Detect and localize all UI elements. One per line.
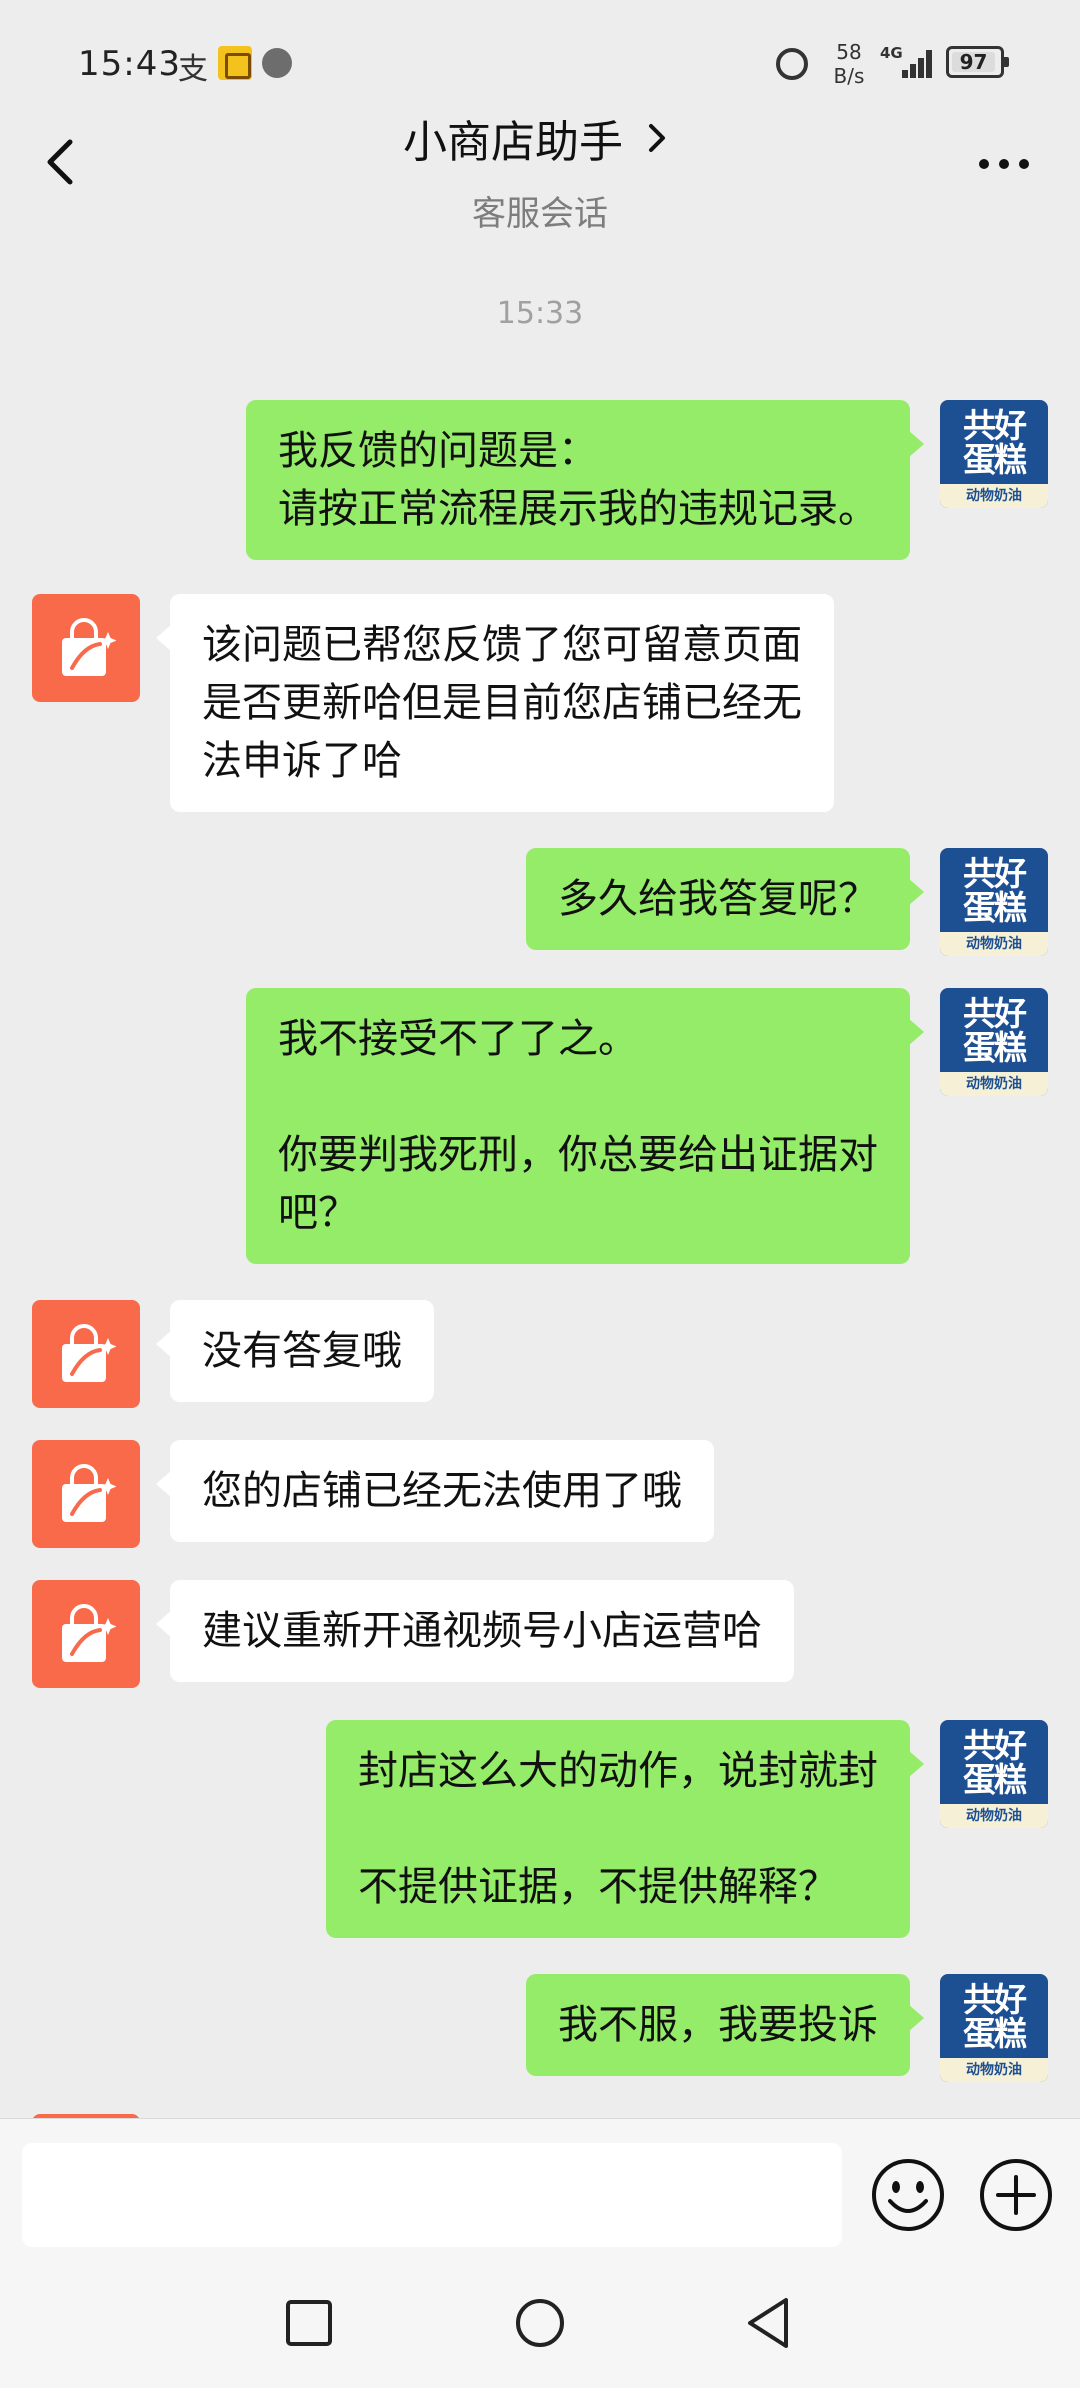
- emoji-button[interactable]: [868, 2155, 948, 2235]
- battery-icon: 97: [946, 46, 1009, 78]
- title-block[interactable]: 小商店助手 客服会话: [240, 106, 840, 235]
- message-timestamp: 15:33: [496, 296, 584, 331]
- more-dots-icon: [979, 159, 1029, 169]
- back-nav-button[interactable]: [734, 2288, 804, 2358]
- home-button[interactable]: [505, 2288, 575, 2358]
- message-bubble[interactable]: 您的店铺已经无法使用了哦: [156, 1440, 714, 1542]
- message-bubble[interactable]: 该问题已帮您反馈了您可留意页面 是否更新哈但是目前您店铺已经无 法申诉了哈: [156, 594, 834, 812]
- emoji-icon: [872, 2159, 944, 2231]
- title-bar: 小商店助手 客服会话: [0, 96, 1080, 234]
- bot-avatar[interactable]: [32, 594, 140, 702]
- user-avatar[interactable]: 共好 蛋糕 动物奶油: [940, 400, 1048, 508]
- chevron-right-icon: [649, 124, 665, 152]
- bot-avatar[interactable]: [32, 1300, 140, 1408]
- chat-title[interactable]: 小商店助手: [403, 106, 677, 170]
- shopping-bag-icon: [62, 618, 116, 676]
- chat-screen: 15:43 支 58 B/s 4G 97 小商店助手 客服会话 15:33 共好…: [0, 0, 1080, 2388]
- system-nav-bar: [0, 2262, 1080, 2388]
- user-avatar[interactable]: 共好 蛋糕 动物奶油: [940, 1974, 1048, 2082]
- back-triangle-icon: [748, 2298, 788, 2348]
- message-input[interactable]: [22, 2143, 842, 2247]
- message-bubble[interactable]: 多久给我答复呢？: [526, 848, 924, 950]
- plus-icon: [980, 2159, 1052, 2231]
- alarm-icon: [776, 48, 808, 80]
- network-type: 4G: [880, 44, 903, 62]
- message-bubble[interactable]: 没有答复哦: [156, 1300, 434, 1402]
- more-button[interactable]: [968, 144, 1040, 184]
- message-bubble[interactable]: 我反馈的问题是： 请按正常流程展示我的违规记录。: [246, 400, 924, 560]
- user-avatar[interactable]: 共好 蛋糕 动物奶油: [940, 848, 1048, 956]
- message-bubble[interactable]: 封店这么大的动作，说封就封 不提供证据，不提供解释？: [326, 1720, 924, 1938]
- voice-icon: [262, 48, 292, 78]
- message-list[interactable]: 15:33 共好 蛋糕 动物奶油 我反馈的问题是： 请按正常流程展示我的违规记录…: [0, 228, 1080, 2140]
- battery-level: 97: [959, 50, 988, 74]
- message-bubble[interactable]: 我不服，我要投诉: [526, 1974, 924, 2076]
- back-button[interactable]: [36, 126, 96, 196]
- bot-avatar[interactable]: [32, 1440, 140, 1548]
- status-time: 15:43: [78, 44, 181, 84]
- input-bar: [0, 2118, 1080, 2262]
- shopping-bag-icon: [62, 1604, 116, 1662]
- network-speed: 58 B/s: [826, 40, 872, 88]
- user-avatar[interactable]: 共好 蛋糕 动物奶油: [940, 1720, 1048, 1828]
- bot-avatar[interactable]: [32, 1580, 140, 1688]
- shopping-bag-icon: [62, 1324, 116, 1382]
- message-bubble[interactable]: 我不接受不了了之。 你要判我死刑，你总要给出证据对 吧？: [246, 988, 924, 1264]
- shopping-bag-icon: [62, 1464, 116, 1522]
- network-speed-value: 58: [836, 40, 862, 64]
- network-speed-unit: B/s: [833, 64, 865, 88]
- user-avatar[interactable]: 共好 蛋糕 动物奶油: [940, 988, 1048, 1096]
- message-bubble[interactable]: 建议重新开通视频号小店运营哈: [156, 1580, 794, 1682]
- home-icon: [516, 2299, 564, 2347]
- alipay-icon: 支: [178, 52, 208, 87]
- chat-title-text: 小商店助手: [403, 117, 623, 168]
- plus-button[interactable]: [976, 2155, 1056, 2235]
- app-badge-icon: [218, 46, 252, 80]
- back-arrow-icon: [47, 139, 73, 185]
- signal-icon: 4G: [880, 44, 932, 80]
- recent-apps-icon: [286, 2300, 332, 2346]
- recent-apps-button[interactable]: [274, 2288, 344, 2358]
